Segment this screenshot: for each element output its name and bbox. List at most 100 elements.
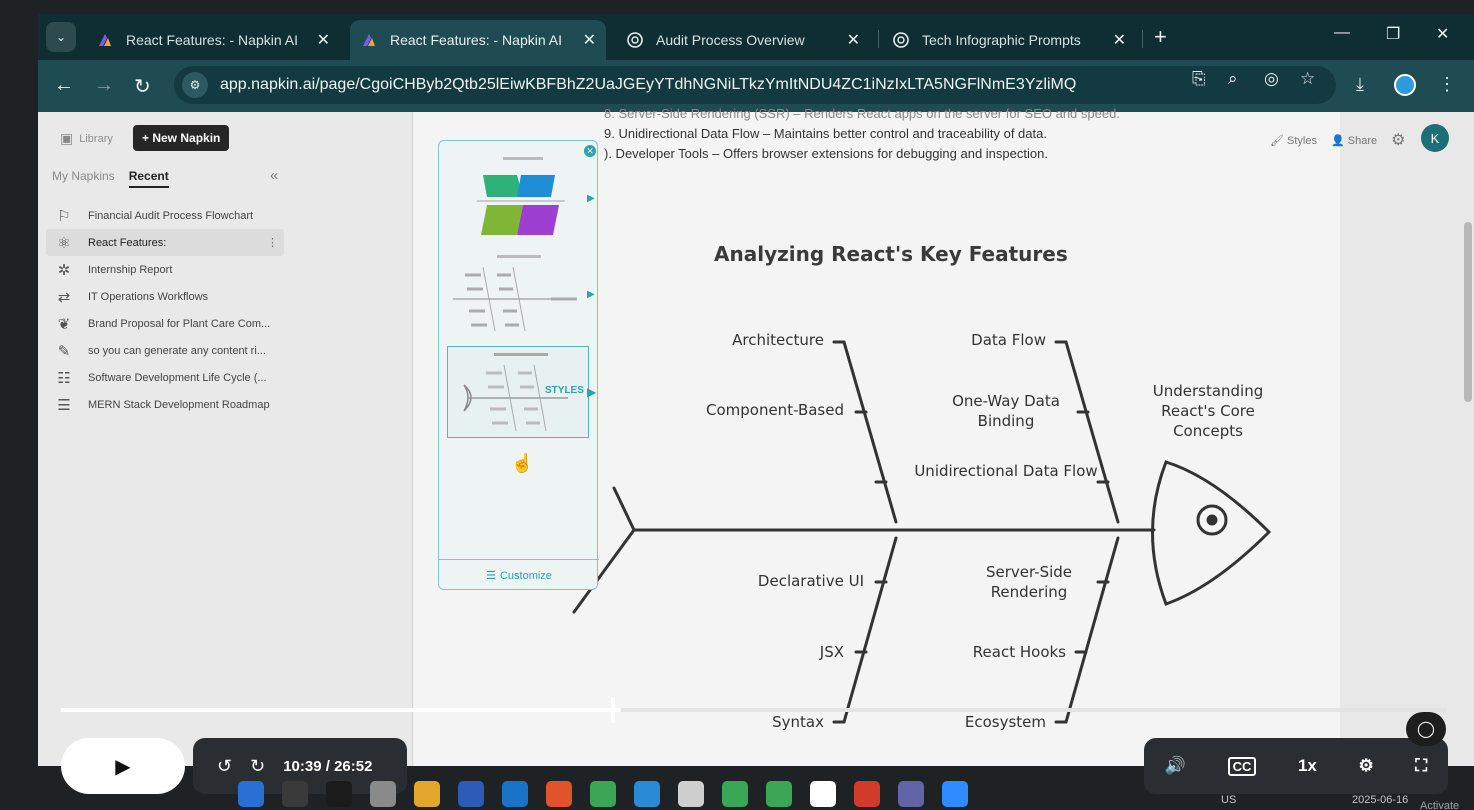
address-bar[interactable]: ⚙ app.napkin.ai/page/CgoiCHByb2Qtb25lEiw… [174,66,1336,104]
chrome-profile-icon[interactable] [722,781,748,807]
customize-label: Customize [499,569,552,582]
tab-audit-process[interactable]: Audit Process Overview ✕ [616,20,870,60]
napkin-list: ⚐ Financial Audit Process Flowchart ⚛ Reac… [46,202,284,418]
restore-icon[interactable]: ❐ [1386,24,1400,44]
seek-remaining [621,708,1447,712]
chatgpt-icon [626,31,644,49]
style-thumbnail[interactable] [447,249,589,341]
napkin-logo-icon [96,31,114,49]
site-info-icon[interactable]: ⚙ [182,72,208,98]
settings-gear-icon[interactable]: ⚙ [1391,130,1405,150]
tab-search-button[interactable]: ⌄ [46,22,76,52]
list-item[interactable]: ☰ MERN Stack Development Roadmap [46,391,284,418]
notion-icon[interactable] [810,781,836,807]
library-link[interactable]: ▣ Library [60,130,113,147]
diagram-title: Analyzing React's Key Features [714,242,1068,266]
tab-react-features-1[interactable]: React Features: - Napkin AI ✕ [86,20,340,60]
menu-kebab-icon[interactable]: ⋮ [1438,74,1456,95]
bookmark-star-icon[interactable]: ☆ [1300,69,1315,89]
customize-button[interactable]: ☰ Customize [439,559,599,591]
skip-forward-icon[interactable]: ↻ [250,756,265,777]
seek-bar[interactable] [61,708,1447,712]
share-button[interactable]: 👤 Share [1331,134,1377,147]
fullscreen-icon[interactable]: ⛶ [1415,756,1427,776]
speed-button[interactable]: 1x [1298,756,1317,776]
close-icon[interactable]: ✕ [583,30,596,50]
list-item[interactable]: ⇄ IT Operations Workflows [46,283,284,310]
app-icon[interactable] [854,781,880,807]
chatgpt-icon [892,31,910,49]
search-icon[interactable] [282,781,308,807]
tab-react-features-2[interactable]: React Features: - Napkin AI ✕ [350,20,606,60]
vscode-icon[interactable] [634,781,660,807]
scrollbar[interactable] [1464,222,1472,402]
chat-bubble-icon[interactable]: ◯ [1406,712,1446,746]
list-item[interactable]: ⚐ Financial Audit Process Flowchart [46,202,284,229]
window-close-icon[interactable]: ✕ [1436,24,1449,44]
download-icon[interactable]: ⤓ [1356,74,1364,95]
close-icon[interactable]: ✕ [847,30,860,50]
list-item-label: IT Operations Workflows [88,290,209,303]
keyboard-language[interactable]: US [1221,794,1236,806]
more-options-icon[interactable]: ⋮ [267,236,278,249]
skip-back-icon[interactable]: ↺ [217,756,232,777]
pencil-ruler-icon: ✎ [57,342,71,360]
play-arrow-icon: ▶ [587,385,597,399]
list-item[interactable]: ✎ so you can generate any content ri... [46,337,284,364]
total-time: / 26:52 [325,757,373,775]
list-item[interactable]: ❦ Brand Proposal for Plant Care Com... [46,310,284,337]
sliders-icon: ☰ [486,570,496,582]
back-icon[interactable]: ← [54,74,74,97]
close-icon[interactable]: ✕ [317,30,330,50]
styles-button[interactable]: 🖌 Styles [1270,134,1317,147]
clock-icon[interactable] [678,781,704,807]
list-item-label: Internship Report [88,263,173,276]
tab-title: React Features: - Napkin AI [390,32,562,48]
task-view-icon[interactable] [326,781,352,807]
zoom-icon[interactable]: ⌕ [1228,69,1238,89]
teams-icon[interactable] [898,781,924,807]
tab-recent[interactable]: Recent [128,169,169,188]
avatar[interactable]: K [1421,124,1449,152]
sidebar-tabs: My Napkins Recent [52,169,169,188]
captions-icon[interactable]: CC [1227,756,1257,776]
close-icon[interactable]: ✕ [1113,30,1126,50]
time-display: 10:39 / 26:52 [283,758,372,775]
list-item[interactable]: ✲ Internship Report [46,256,284,283]
install-app-icon[interactable]: ⎘ [1192,69,1206,89]
list-item[interactable]: ⚛ React Features: ⋮ [46,229,284,256]
forward-icon[interactable]: → [94,74,114,97]
play-button[interactable]: ▶ [61,738,185,794]
chrome-icon[interactable] [590,781,616,807]
brave-icon[interactable] [546,781,572,807]
file-icon[interactable] [370,781,396,807]
folder-icon[interactable] [414,781,440,807]
diagram-label: Component-Based [705,401,844,419]
tray-date[interactable]: 2025-06-16 [1352,794,1408,806]
chrome-profile-icon[interactable] [766,781,792,807]
steps-icon: ☷ [57,369,71,387]
tab-separator [1142,30,1143,48]
reload-icon[interactable]: ↻ [134,74,151,99]
new-tab-button[interactable]: + [1154,24,1167,50]
settings-gear-icon[interactable]: ⚙ [1358,756,1373,776]
volume-icon[interactable]: 🔊 [1165,756,1186,776]
seek-handle[interactable] [611,697,615,723]
style-thumbnail[interactable] [447,151,589,243]
tab-my-napkins[interactable]: My Napkins [52,169,115,188]
napkin-page: ▣ Library + New Napkin My Napkins Recent… [38,106,1474,766]
word-icon[interactable] [458,781,484,807]
eye-off-icon[interactable]: ◎ [1264,69,1279,89]
new-napkin-button[interactable]: + New Napkin [133,125,230,151]
extension-icon[interactable] [1394,74,1416,96]
outlook-icon[interactable] [502,781,528,807]
tab-tech-infographic[interactable]: Tech Infographic Prompts ✕ [882,20,1136,60]
list-item-label: Financial Audit Process Flowchart [88,209,254,222]
url-text[interactable]: app.napkin.ai/page/CgoiCHByb2Qtb25lEiwKB… [220,76,1076,94]
collapse-sidebar-icon[interactable]: « [270,167,278,184]
windows-start-icon[interactable] [238,781,264,807]
minimize-icon[interactable]: — [1334,24,1350,42]
zoom-icon[interactable] [942,781,968,807]
style-panel: ✕ ▶ ▶ STYLES ▶ ☝ ☰ Customize [438,140,599,591]
list-item[interactable]: ☷ Software Development Life Cycle (... [46,364,284,391]
